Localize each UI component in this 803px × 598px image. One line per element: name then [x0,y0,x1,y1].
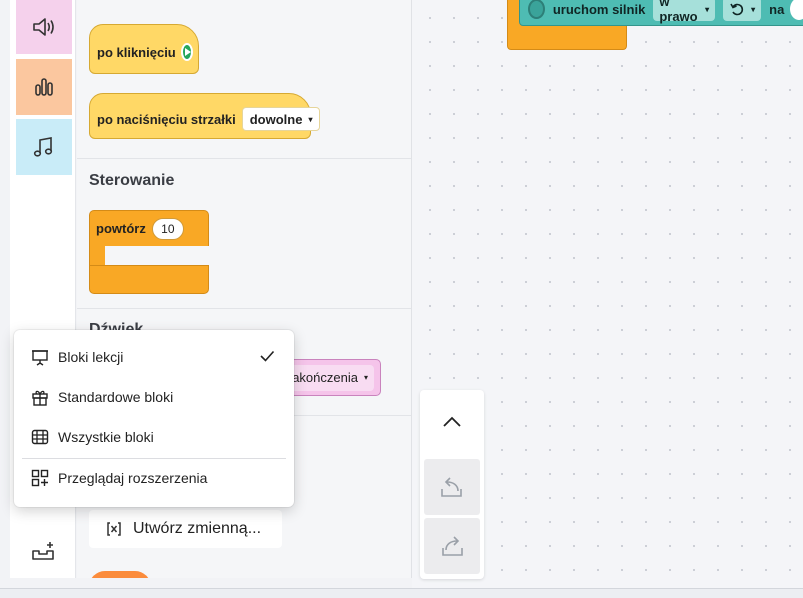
partial-block[interactable] [89,571,151,578]
workspace-controls [420,390,484,579]
motor-direction-dropdown[interactable]: w prawo ▾ [653,0,716,24]
menu-item-label: Bloki lekcji [58,349,124,365]
motor-direction-value: w prawo [659,0,698,24]
sound-option-value: akończenia [292,370,358,385]
repeat-block-footer [89,265,209,294]
category-music[interactable] [16,119,72,175]
menu-item-lesson-blocks[interactable]: Bloki lekcji [14,337,294,377]
play-flag-icon [180,43,193,61]
presentation-icon [30,347,50,367]
control-section-title: Sterowanie [89,172,175,189]
add-extension-button[interactable] [24,534,64,568]
rotation-dropdown[interactable]: ▾ [723,0,762,21]
run-motor-block[interactable]: uruchom silnik w prawo ▾ ▾ na [519,0,803,26]
category-data[interactable] [16,59,72,115]
extensions-icon [30,468,50,488]
motor-icon [528,0,545,19]
variable-icon [107,522,121,536]
when-clicked-block[interactable]: po kliknięciu [89,24,199,74]
sound-option-dropdown[interactable]: akończenia ▾ [286,364,374,391]
when-arrow-pressed-label: po naciśnięciu strzałki [97,111,236,127]
menu-item-standard-blocks[interactable]: Standardowe bloki [14,377,294,417]
redo-button[interactable] [424,518,480,574]
menu-item-browse-extensions[interactable]: Przeglądaj rozszerzenia [14,458,294,498]
make-variable-label: Utwórz zmienną... [133,520,262,537]
caret-down-icon: ▾ [308,114,313,124]
bar-chart-icon [35,78,53,96]
motor-suffix-label: na [769,1,785,17]
caret-down-icon: ▾ [363,373,368,382]
chevron-up-icon [443,416,461,427]
caret-down-icon: ▾ [751,4,756,14]
grid-blocks-icon [30,427,50,447]
undo-button[interactable] [424,459,480,515]
when-clicked-label: po kliknięciu [97,44,176,60]
repeat-block[interactable]: powtórz 10 [89,210,209,294]
repeat-block-arm [89,245,105,267]
repeat-block-header: powtórz 10 [89,210,209,246]
undo-icon [441,477,462,497]
redo-icon [442,536,463,556]
checkmark-icon [260,350,275,362]
rotate-ccw-icon [730,3,744,16]
arrow-key-value: dowolne [249,111,303,127]
menu-item-all-blocks[interactable]: Wszystkie bloki [14,417,294,457]
menu-item-label: Przeglądaj rozszerzenia [58,470,208,486]
arrow-key-dropdown[interactable]: dowolne ▾ [241,107,321,131]
add-extension-icon [32,542,54,560]
make-variable-button[interactable]: Utwórz zmienną... [89,510,282,548]
menu-item-label: Standardowe bloki [58,389,174,405]
gift-icon [30,387,50,407]
run-motor-label: uruchom silnik [552,1,646,17]
section-divider [77,308,411,309]
menu-item-label: Wszystkie bloki [58,429,154,445]
repeat-label: powtórz [96,221,146,236]
caret-down-icon: ▾ [705,4,710,14]
when-arrow-pressed-block[interactable]: po naciśnięciu strzałki dowolne ▾ [89,93,321,139]
window-bottom-edge [0,588,803,598]
repeat-count-input[interactable]: 10 [151,217,184,240]
motor-value-input[interactable] [790,0,803,20]
category-sound[interactable] [16,0,72,54]
collapse-button[interactable] [420,390,484,454]
music-note-icon [33,137,53,157]
speaker-icon [33,18,54,36]
section-divider [77,158,411,159]
block-set-menu: Bloki lekcji Standardowe bloki Wszystkie… [14,330,294,507]
